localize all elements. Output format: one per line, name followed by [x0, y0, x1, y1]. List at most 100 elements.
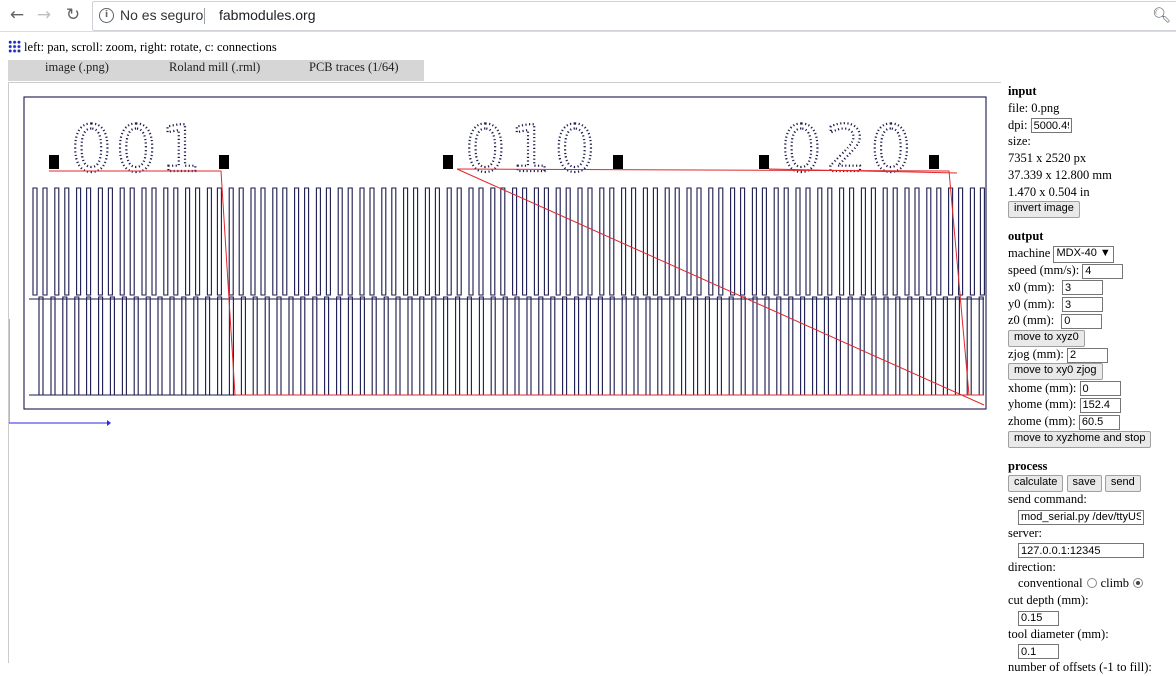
- send-button[interactable]: send: [1104, 475, 1141, 493]
- lower-trace: [704, 296, 722, 396]
- size-mm: 37.339 x 12.800 mm: [1008, 167, 1112, 182]
- upper-trace: [250, 187, 266, 296]
- upper-trace: [359, 187, 375, 296]
- lower-trace: [86, 296, 104, 396]
- lower-trace: [38, 296, 56, 396]
- lower-trace: [657, 296, 675, 396]
- save-button[interactable]: save: [1066, 475, 1102, 493]
- climb-radio[interactable]: [1133, 578, 1144, 589]
- send-command-input[interactable]: [1018, 509, 1144, 525]
- dpi-input[interactable]: [1030, 118, 1072, 134]
- lower-trace: [609, 296, 627, 396]
- speed-label: speed (mm/s):: [1008, 262, 1080, 277]
- lower-trace: [895, 296, 913, 396]
- upper-trace: [817, 187, 833, 296]
- lower-trace: [966, 296, 984, 396]
- lower-trace: [776, 296, 794, 396]
- lower-trace: [585, 296, 603, 396]
- y0-input[interactable]: [1062, 297, 1103, 313]
- lower-trace: [466, 296, 484, 396]
- upper-trace: [795, 187, 811, 296]
- server-input[interactable]: [1018, 543, 1144, 559]
- zjog-input[interactable]: [1067, 347, 1109, 363]
- lower-trace: [942, 296, 960, 396]
- upper-trace: [403, 187, 419, 296]
- y0-label: y0 (mm):: [1008, 296, 1055, 311]
- upper-trace: [882, 187, 898, 296]
- tab-image-png[interactable]: image (.png): [45, 60, 109, 81]
- lower-trace: [419, 296, 437, 396]
- input-heading: input: [1008, 84, 1037, 98]
- lower-trace: [681, 296, 699, 396]
- xhome-input[interactable]: [1079, 381, 1121, 397]
- address-bar[interactable]: i No es seguro fabmodules.org 🔍︎: [92, 1, 1176, 31]
- input-section-heading: input: [1008, 83, 1176, 100]
- module-tabs: image (.png) Roland mill (.rml) PCB trac…: [8, 60, 424, 81]
- z0-label: z0 (mm):: [1008, 313, 1055, 328]
- toolpath-preview[interactable]: 001 010 020: [8, 83, 1001, 663]
- lower-trace: [728, 296, 746, 396]
- upper-trace: [228, 187, 244, 296]
- size-px: 7351 x 2520 px: [1008, 151, 1087, 166]
- tool-diameter-input[interactable]: [1018, 644, 1059, 660]
- invert-image-button[interactable]: invert image: [1008, 201, 1080, 219]
- zhome-input[interactable]: [1078, 414, 1120, 430]
- xhome-label: xhome (mm):: [1008, 380, 1077, 395]
- file-row: file: 0.png: [1008, 100, 1176, 117]
- server-label: server:: [1008, 525, 1043, 540]
- cut-depth-label: cut depth (mm):: [1008, 593, 1089, 608]
- fab-logo-icon: [8, 40, 21, 53]
- security-label[interactable]: No es seguro: [120, 7, 203, 23]
- lower-trace: [633, 296, 651, 396]
- lower-trace: [109, 296, 127, 396]
- forward-arrow-icon[interactable]: →: [33, 4, 55, 26]
- upper-trace: [54, 187, 70, 296]
- move-to-xy0-zjog-button[interactable]: move to xy0 zjog: [1008, 363, 1103, 381]
- yhome-input[interactable]: [1079, 397, 1121, 413]
- move-to-xyz0-button[interactable]: move to xyz0: [1008, 329, 1085, 347]
- upper-trace: [119, 187, 135, 296]
- speed-input[interactable]: [1082, 263, 1124, 279]
- cut-depth-input[interactable]: [1018, 610, 1059, 626]
- toolpath-canvas[interactable]: 001 010 020: [8, 82, 1001, 663]
- machine-value: MDX-40: [1056, 246, 1097, 259]
- move-to-xyzhome-button[interactable]: move to xyzhome and stop: [1008, 430, 1152, 448]
- upper-trace: [708, 187, 724, 296]
- lower-trace: [919, 296, 937, 396]
- reload-icon[interactable]: ↻: [62, 4, 84, 26]
- upper-trace: [730, 187, 746, 296]
- lower-trace: [490, 296, 508, 396]
- upper-trace: [555, 187, 571, 296]
- lower-trace: [562, 296, 580, 396]
- machine-select[interactable]: MDX-40 ▼: [1053, 245, 1114, 263]
- upper-trace: [751, 187, 767, 296]
- dpi-label: dpi:: [1008, 117, 1028, 132]
- machine-label: machine: [1008, 246, 1051, 261]
- conventional-radio[interactable]: [1086, 578, 1097, 589]
- board-label-text: 001: [71, 113, 205, 187]
- z0-input[interactable]: [1061, 313, 1103, 329]
- size-in: 1.470 x 0.504 in: [1008, 184, 1090, 199]
- info-icon[interactable]: i: [99, 8, 114, 23]
- tab-roland-mill[interactable]: Roland mill (.rml): [169, 60, 260, 81]
- calculate-button[interactable]: calculate: [1008, 475, 1064, 493]
- x0-input[interactable]: [1062, 280, 1103, 296]
- lower-trace: [205, 296, 223, 396]
- zjog-label: zjog (mm):: [1008, 346, 1064, 361]
- url-text[interactable]: fabmodules.org: [219, 7, 316, 23]
- upper-trace: [926, 187, 942, 296]
- upper-trace: [860, 187, 876, 296]
- upper-trace: [424, 187, 440, 296]
- board-label-text: 020: [781, 113, 915, 187]
- file-value: 0.png: [1031, 100, 1060, 115]
- tool-diameter-label: tool diameter (mm):: [1008, 626, 1109, 641]
- back-arrow-icon[interactable]: ←: [6, 4, 28, 26]
- magnifier-icon[interactable]: 🔍︎: [1152, 6, 1171, 24]
- usage-hint: left: pan, scroll: zoom, right: rotate, …: [8, 40, 277, 55]
- address-divider: [204, 8, 205, 24]
- lower-trace: [800, 296, 818, 396]
- upper-trace: [533, 187, 549, 296]
- direction-label: direction:: [1008, 559, 1056, 574]
- tab-pcb-traces[interactable]: PCB traces (1/64): [309, 60, 399, 81]
- upper-trace: [97, 187, 113, 296]
